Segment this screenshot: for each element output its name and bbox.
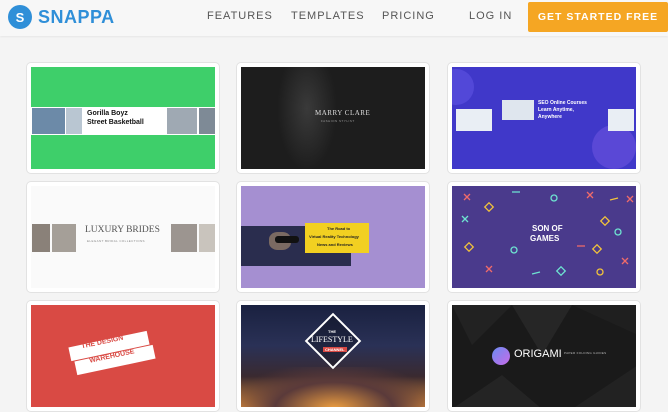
origami-bird-icon [492,347,510,365]
photo-thumbnail [171,224,197,252]
template-line1: SON OF [532,224,563,233]
photo-thumbnail [66,108,82,134]
template-line3: Anywhere [538,114,562,120]
snappa-logo[interactable]: S SNAPPA [8,5,115,29]
template-line3: News and Reviews [317,242,353,247]
template-thumbnail: The Road to Virtual Reality Technology N… [241,186,425,288]
portrait-photo [277,67,337,169]
template-thumbnail: SEO Online Courses Learn Anytime, Anywhe… [452,67,636,169]
template-thumbnail: LUXURY BRIDES ELEGANT BRIDAL COLLECTIONS [31,186,215,288]
template-line2: GAMES [530,234,560,243]
template-title: LUXURY BRIDES [85,225,160,235]
template-thumbnail: SON OF GAMES [452,186,636,288]
template-title: ORIGAMI [514,348,562,360]
template-line2: LIFESTYLE [311,335,353,344]
template-subtitle: ELEGANT BRIDAL COLLECTIONS [87,239,145,243]
template-card-design-warehouse[interactable]: THE DESIGN WAREHOUSE [26,300,220,412]
nav-pricing[interactable]: PRICING [382,10,435,22]
photo-thumbnail [456,109,492,131]
nav-templates[interactable]: TEMPLATES [291,10,365,22]
photo-thumbnail [32,224,50,252]
template-thumbnail: MARRY CLARE FASHION STYLIST [241,67,425,169]
top-navigation: S SNAPPA FEATURES TEMPLATES PRICING LOG … [0,0,668,36]
decor-circle [452,69,474,105]
template-thumbnail: Gorilla Boyz Street Basketball [31,67,215,169]
template-title: MARRY CLARE [315,109,371,117]
get-started-free-button[interactable]: GET STARTED FREE [528,2,668,32]
photo-thumbnail [608,109,634,131]
template-card-luxury-brides[interactable]: LUXURY BRIDES ELEGANT BRIDAL COLLECTIONS [26,181,220,293]
nav-features[interactable]: FEATURES [207,10,273,22]
template-line1: The Road to [327,226,351,231]
template-card-virtual-reality[interactable]: The Road to Virtual Reality Technology N… [236,181,430,293]
decor-circle [592,125,636,169]
photo-thumbnail [199,108,215,134]
template-card-marry-clare[interactable]: MARRY CLARE FASHION STYLIST [236,62,430,174]
template-card-lifestyle-channel[interactable]: THE LIFESTYLE CHANNEL [236,300,430,412]
nav-login[interactable]: LOG IN [469,10,512,22]
photo-thumbnail [32,108,65,134]
template-card-gorilla-boyz[interactable]: Gorilla Boyz Street Basketball [26,62,220,174]
photo-thumbnail [502,100,534,120]
vr-headset [275,236,299,243]
template-line3: CHANNEL [323,347,347,352]
photo-thumbnail [52,224,76,252]
city-lights [241,367,425,407]
template-title-line2: Street Basketball [87,119,144,126]
template-card-origami[interactable]: ORIGAMI PAPER FOLDING GUIDES [447,300,641,412]
template-subtitle: FASHION STYLIST [321,119,355,123]
template-line1: SEO Online Courses [538,100,587,106]
photo-thumbnail [167,108,197,134]
template-line1: THE [328,329,336,334]
template-thumbnail: THE LIFESTYLE CHANNEL [241,305,425,407]
template-card-son-of-games[interactable]: SON OF GAMES [447,181,641,293]
template-title-line1: Gorilla Boyz [87,110,128,117]
template-thumbnail: ORIGAMI PAPER FOLDING GUIDES [452,305,636,407]
template-tagline: PAPER FOLDING GUIDES [564,351,607,355]
logo-text: SNAPPA [38,6,115,27]
template-line2: Learn Anytime, [538,107,574,113]
template-thumbnail: THE DESIGN WAREHOUSE [31,305,215,407]
template-card-seo-courses[interactable]: SEO Online Courses Learn Anytime, Anywhe… [447,62,641,174]
logo-icon: S [8,5,32,29]
template-line2: Virtual Reality Technology [309,234,359,239]
photo-thumbnail [199,224,215,252]
